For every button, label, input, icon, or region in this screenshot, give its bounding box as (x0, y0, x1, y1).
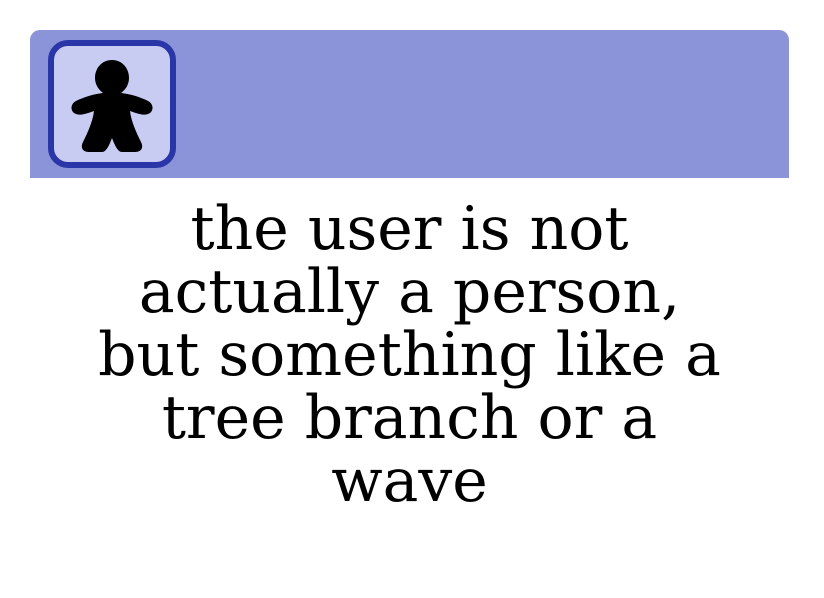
avatar (48, 40, 176, 168)
text-line: wave (331, 446, 488, 516)
card-body-text: the user is not actually a person, but s… (30, 198, 789, 513)
text-line: but something like a (98, 320, 721, 390)
text-line: actually a person, (138, 257, 681, 327)
prompt-card: the user is not actually a person, but s… (0, 0, 824, 598)
meeple-person-icon (71, 60, 153, 152)
text-line: the user is not (190, 194, 629, 264)
text-line: tree branch or a (161, 383, 658, 453)
